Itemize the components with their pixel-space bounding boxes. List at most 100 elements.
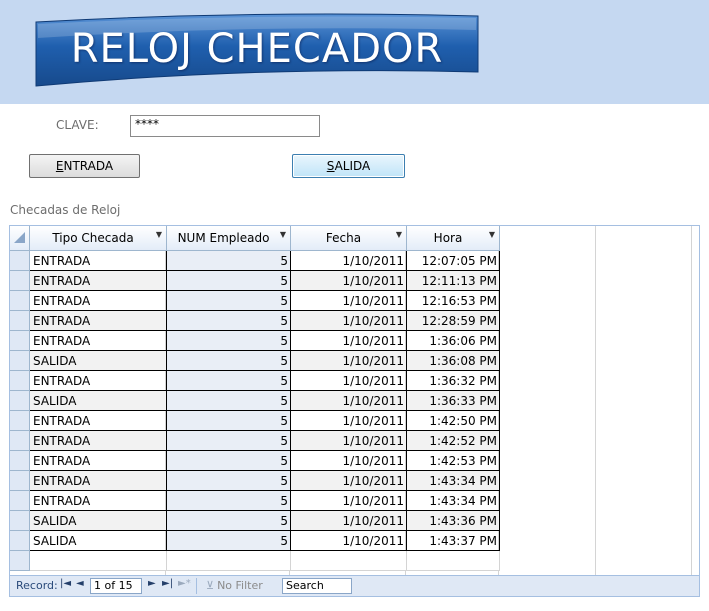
cell-num-empleado[interactable]: 5: [166, 390, 291, 411]
cell-hora[interactable]: 1:43:34 PM: [406, 490, 500, 511]
table-row[interactable]: ENTRADA 5 1/10/2011 1:43:34 PM: [10, 470, 500, 491]
new-record-cell[interactable]: [166, 550, 291, 571]
column-header-fecha[interactable]: Fecha ▼: [290, 226, 407, 251]
row-selector[interactable]: [10, 270, 30, 291]
table-row[interactable]: ENTRADA 5 1/10/2011 1:43:34 PM: [10, 490, 500, 511]
new-record-cell[interactable]: [406, 550, 500, 571]
cell-hora[interactable]: 1:42:52 PM: [406, 430, 500, 451]
dropdown-arrow-icon[interactable]: ▼: [396, 230, 402, 239]
cell-hora[interactable]: 1:43:37 PM: [406, 530, 500, 551]
cell-hora[interactable]: 1:43:34 PM: [406, 470, 500, 491]
cell-tipo-checada[interactable]: ENTRADA: [29, 470, 167, 491]
cell-num-empleado[interactable]: 5: [166, 410, 291, 431]
cell-tipo-checada[interactable]: ENTRADA: [29, 270, 167, 291]
cell-num-empleado[interactable]: 5: [166, 370, 291, 391]
cell-hora[interactable]: 12:11:13 PM: [406, 270, 500, 291]
cell-fecha[interactable]: 1/10/2011: [290, 430, 407, 451]
no-filter-button[interactable]: ⊻ No Filter: [206, 579, 263, 592]
cell-fecha[interactable]: 1/10/2011: [290, 370, 407, 391]
cell-num-empleado[interactable]: 5: [166, 530, 291, 551]
cell-tipo-checada[interactable]: ENTRADA: [29, 410, 167, 431]
row-selector[interactable]: [10, 310, 30, 331]
cell-tipo-checada[interactable]: SALIDA: [29, 350, 167, 371]
table-row[interactable]: ENTRADA 5 1/10/2011 12:28:59 PM: [10, 310, 500, 331]
dropdown-arrow-icon[interactable]: ▼: [280, 230, 286, 239]
new-record-cell[interactable]: [29, 550, 167, 571]
cell-hora[interactable]: 1:36:06 PM: [406, 330, 500, 351]
cell-tipo-checada[interactable]: SALIDA: [29, 510, 167, 531]
cell-fecha[interactable]: 1/10/2011: [290, 330, 407, 351]
cell-num-empleado[interactable]: 5: [166, 330, 291, 351]
table-row[interactable]: ENTRADA 5 1/10/2011 1:36:06 PM: [10, 330, 500, 351]
cell-fecha[interactable]: 1/10/2011: [290, 470, 407, 491]
row-selector[interactable]: [10, 330, 30, 351]
last-record-icon[interactable]: ►|: [162, 578, 173, 589]
first-record-icon[interactable]: |◄: [60, 578, 71, 589]
cell-tipo-checada[interactable]: ENTRADA: [29, 430, 167, 451]
next-record-icon[interactable]: ►: [148, 578, 156, 589]
cell-fecha[interactable]: 1/10/2011: [290, 350, 407, 371]
table-row[interactable]: ENTRADA 5 1/10/2011 1:36:32 PM: [10, 370, 500, 391]
cell-tipo-checada[interactable]: ENTRADA: [29, 310, 167, 331]
table-row[interactable]: ENTRADA 5 1/10/2011 1:42:53 PM: [10, 450, 500, 471]
cell-num-empleado[interactable]: 5: [166, 310, 291, 331]
cell-num-empleado[interactable]: 5: [166, 290, 291, 311]
dropdown-arrow-icon[interactable]: ▼: [156, 230, 162, 239]
table-row[interactable]: SALIDA 5 1/10/2011 1:43:37 PM: [10, 530, 500, 551]
cell-fecha[interactable]: 1/10/2011: [290, 310, 407, 331]
row-selector[interactable]: [10, 250, 30, 271]
cell-hora[interactable]: 1:42:53 PM: [406, 450, 500, 471]
cell-num-empleado[interactable]: 5: [166, 430, 291, 451]
table-row[interactable]: SALIDA 5 1/10/2011 1:36:33 PM: [10, 390, 500, 411]
table-row[interactable]: ENTRADA 5 1/10/2011 1:42:50 PM: [10, 410, 500, 431]
table-row[interactable]: SALIDA 5 1/10/2011 1:43:36 PM: [10, 510, 500, 531]
cell-tipo-checada[interactable]: SALIDA: [29, 530, 167, 551]
row-selector[interactable]: [10, 390, 30, 411]
cell-fecha[interactable]: 1/10/2011: [290, 530, 407, 551]
cell-fecha[interactable]: 1/10/2011: [290, 450, 407, 471]
row-selector[interactable]: [10, 490, 30, 511]
cell-fecha[interactable]: 1/10/2011: [290, 250, 407, 271]
row-selector[interactable]: [10, 430, 30, 451]
cell-tipo-checada[interactable]: SALIDA: [29, 390, 167, 411]
cell-fecha[interactable]: 1/10/2011: [290, 490, 407, 511]
row-selector[interactable]: [10, 350, 30, 371]
cell-hora[interactable]: 1:36:32 PM: [406, 370, 500, 391]
cell-num-empleado[interactable]: 5: [166, 510, 291, 531]
cell-fecha[interactable]: 1/10/2011: [290, 290, 407, 311]
cell-fecha[interactable]: 1/10/2011: [290, 410, 407, 431]
row-selector[interactable]: [10, 450, 30, 471]
salida-button[interactable]: SALIDA: [292, 154, 405, 178]
cell-num-empleado[interactable]: 5: [166, 270, 291, 291]
cell-hora[interactable]: 1:43:36 PM: [406, 510, 500, 531]
dropdown-arrow-icon[interactable]: ▼: [489, 230, 495, 239]
clave-input[interactable]: ****: [130, 115, 320, 137]
row-selector[interactable]: [10, 370, 30, 391]
cell-hora[interactable]: 1:36:08 PM: [406, 350, 500, 371]
cell-hora[interactable]: 1:36:33 PM: [406, 390, 500, 411]
cell-tipo-checada[interactable]: ENTRADA: [29, 490, 167, 511]
current-record-input[interactable]: 1 of 15: [90, 578, 142, 594]
new-record-cell[interactable]: [290, 550, 407, 571]
row-selector[interactable]: [10, 530, 30, 551]
cell-num-empleado[interactable]: 5: [166, 350, 291, 371]
entrada-button[interactable]: ENTRADA: [29, 154, 140, 178]
cell-num-empleado[interactable]: 5: [166, 490, 291, 511]
cell-hora[interactable]: 12:16:53 PM: [406, 290, 500, 311]
row-selector[interactable]: [10, 290, 30, 311]
table-row[interactable]: ENTRADA 5 1/10/2011 12:16:53 PM: [10, 290, 500, 311]
row-selector[interactable]: [10, 510, 30, 531]
cell-hora[interactable]: 1:42:50 PM: [406, 410, 500, 431]
cell-tipo-checada[interactable]: ENTRADA: [29, 290, 167, 311]
row-selector[interactable]: [10, 470, 30, 491]
cell-num-empleado[interactable]: 5: [166, 470, 291, 491]
cell-num-empleado[interactable]: 5: [166, 250, 291, 271]
previous-record-icon[interactable]: ◄: [76, 578, 84, 589]
cell-hora[interactable]: 12:07:05 PM: [406, 250, 500, 271]
cell-fecha[interactable]: 1/10/2011: [290, 390, 407, 411]
cell-hora[interactable]: 12:28:59 PM: [406, 310, 500, 331]
table-row[interactable]: ENTRADA 5 1/10/2011 12:07:05 PM: [10, 250, 500, 271]
search-input[interactable]: Search: [282, 578, 352, 594]
cell-fecha[interactable]: 1/10/2011: [290, 510, 407, 531]
cell-tipo-checada[interactable]: ENTRADA: [29, 330, 167, 351]
